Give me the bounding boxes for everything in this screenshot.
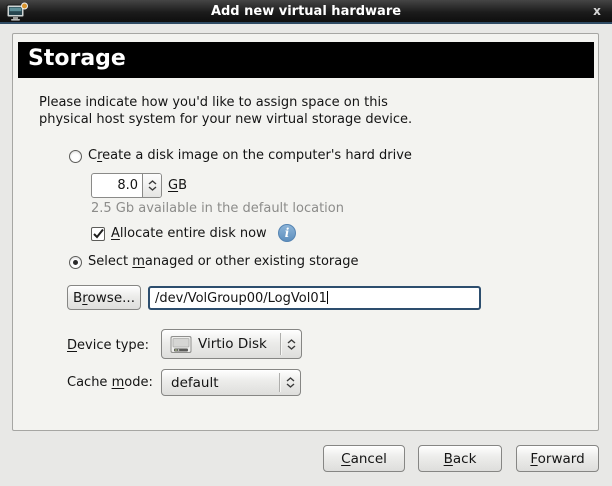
cache-mode-select[interactable]: default [161, 369, 301, 396]
info-icon: i [278, 224, 296, 242]
storage-path-input[interactable]: /dev/VolGroup00/LogVol01 [148, 286, 481, 310]
spinner-buttons[interactable] [142, 174, 161, 197]
checkmark-icon [93, 228, 105, 240]
add-hardware-dialog: Add new virtual hardware x Storage Pleas… [0, 0, 612, 486]
availability-note: 2.5 Gb available in the default location [91, 201, 344, 216]
disk-drive-icon [170, 335, 192, 354]
page-title: Storage [28, 46, 126, 71]
forward-button[interactable]: Forward [516, 445, 599, 472]
spin-up-icon[interactable] [148, 180, 157, 185]
back-button[interactable]: Back [418, 445, 502, 472]
allocate-checkbox[interactable] [91, 227, 105, 241]
radio-select-managed-label[interactable]: Select managed or other existing storage [88, 254, 359, 269]
disk-size-spinner[interactable]: 8.0 [91, 173, 162, 198]
size-unit-label: GB [168, 178, 187, 193]
cache-mode-label: Cache mode: [67, 375, 153, 390]
storage-panel: Storage Please indicate how you'd like t… [12, 33, 599, 431]
window-title: Add new virtual hardware [0, 4, 612, 19]
cache-mode-value: default [162, 375, 279, 391]
disk-size-value[interactable]: 8.0 [92, 174, 142, 197]
description-text: Please indicate how you'd like to assign… [39, 94, 412, 128]
radio-create-disk-image-label[interactable]: Create a disk image on the computer's ha… [88, 148, 412, 163]
spin-down-icon[interactable] [148, 186, 157, 191]
window-titlebar[interactable]: Add new virtual hardware x [0, 0, 612, 24]
text-caret [327, 291, 328, 304]
chevron-updown-icon [280, 377, 300, 388]
browse-button[interactable]: Browse... [67, 285, 141, 310]
radio-create-disk-image[interactable] [69, 150, 82, 163]
close-icon[interactable]: x [590, 4, 604, 18]
cancel-button[interactable]: Cancel [323, 445, 405, 472]
device-type-select[interactable]: Virtio Disk [161, 329, 302, 359]
radio-select-managed[interactable] [69, 256, 82, 269]
device-type-label: Device type: [67, 338, 149, 353]
device-type-value: Virtio Disk [198, 336, 280, 352]
allocate-checkbox-label[interactable]: Allocate entire disk now [111, 226, 267, 241]
section-header: Storage [18, 42, 594, 78]
chevron-updown-icon [281, 339, 301, 350]
